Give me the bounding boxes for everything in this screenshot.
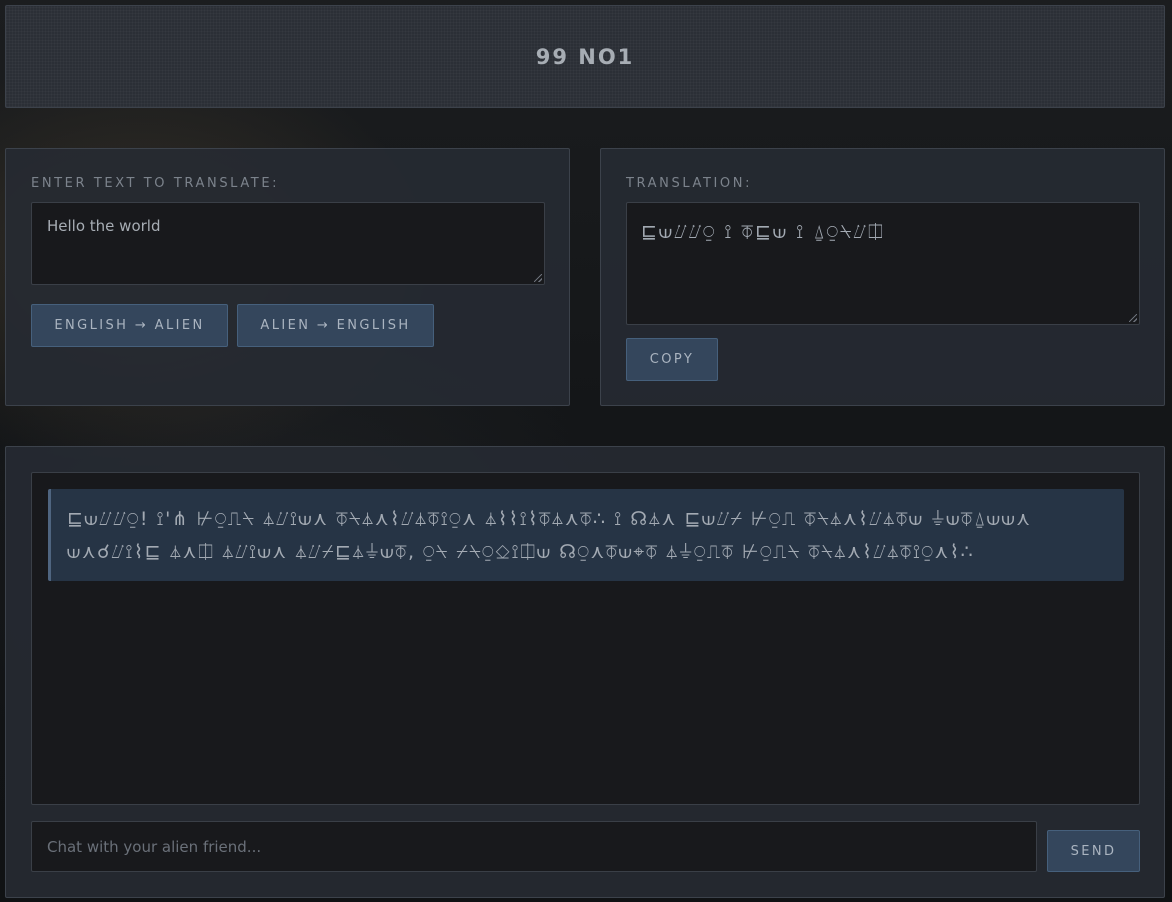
alien-message-text: ⊑⟒⌰⌰⍜! ⟟'⋔ ⊬⍜⎍⍀ ⏃⌰⟟⟒⋏ ⏁⍀⏃⋏⌇⌰⏃⏁⟟⍜⋏ ⏃⌇⌇⟟⌇⏁… bbox=[67, 508, 1032, 563]
source-text-value: Hello the world bbox=[47, 217, 161, 235]
chat-panel: ⊑⟒⌰⌰⍜! ⟟'⋔ ⊬⍜⎍⍀ ⏃⌰⟟⟒⋏ ⏁⍀⏃⋏⌇⌰⏃⏁⟟⍜⋏ ⏃⌇⌇⟟⌇⏁… bbox=[5, 446, 1165, 898]
output-panel: TRANSLATION: ⊑⟒⌰⌰⍜ ⟟ ⏁⊑⟒ ⟟ ⍙⍜⍀⌰⎅ COPY bbox=[600, 148, 1165, 406]
app-header: 99 NO1 bbox=[5, 5, 1165, 108]
resize-grip-icon[interactable] bbox=[1129, 314, 1137, 322]
translation-text: ⊑⟒⌰⌰⍜ ⟟ ⏁⊑⟒ ⟟ ⍙⍜⍀⌰⎅ bbox=[641, 221, 886, 243]
resize-grip-icon[interactable] bbox=[534, 274, 542, 282]
alien-message: ⊑⟒⌰⌰⍜! ⟟'⋔ ⊬⍜⎍⍀ ⏃⌰⟟⟒⋏ ⏁⍀⏃⋏⌇⌰⏃⏁⟟⍜⋏ ⏃⌇⌇⟟⌇⏁… bbox=[48, 489, 1124, 581]
app-title: 99 NO1 bbox=[535, 44, 635, 69]
send-button[interactable]: SEND bbox=[1047, 830, 1140, 872]
translation-label: TRANSLATION: bbox=[626, 176, 753, 191]
chat-input[interactable] bbox=[31, 821, 1037, 872]
english-to-alien-button[interactable]: ENGLISH → ALIEN bbox=[31, 304, 228, 347]
translation-output[interactable]: ⊑⟒⌰⌰⍜ ⟟ ⏁⊑⟒ ⟟ ⍙⍜⍀⌰⎅ bbox=[626, 202, 1140, 325]
source-text-input[interactable]: Hello the world bbox=[31, 202, 545, 285]
input-panel: ENTER TEXT TO TRANSLATE: Hello the world… bbox=[5, 148, 570, 406]
alien-to-english-button[interactable]: ALIEN → ENGLISH bbox=[237, 304, 434, 347]
input-label: ENTER TEXT TO TRANSLATE: bbox=[31, 176, 280, 191]
copy-button[interactable]: COPY bbox=[626, 338, 718, 381]
